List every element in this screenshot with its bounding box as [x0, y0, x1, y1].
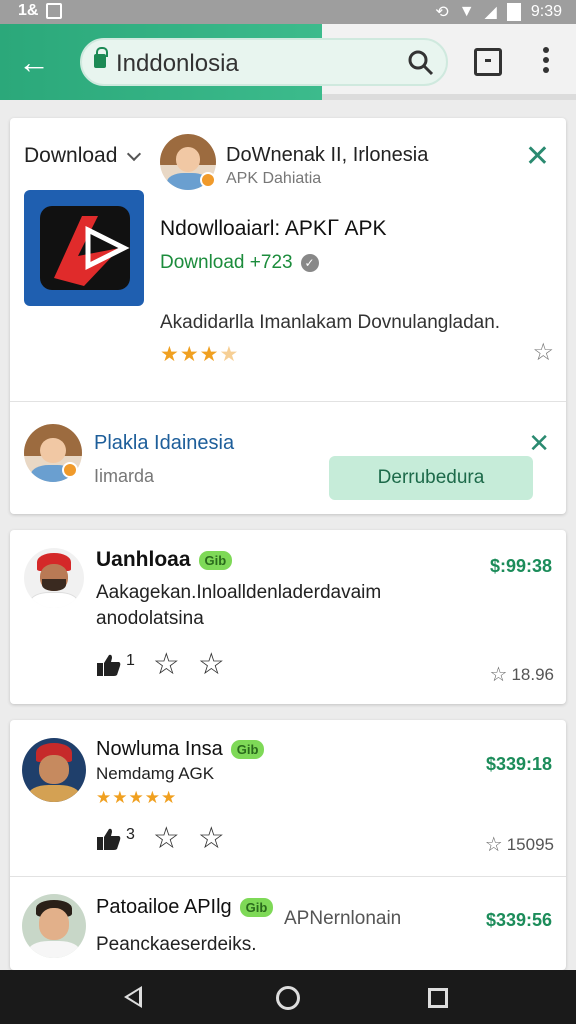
wifi-icon: ▼ [458, 3, 475, 20]
app-meta-text: Download +723 [160, 252, 293, 273]
favorite-star-icon[interactable]: ☆ [532, 338, 554, 367]
clock: 9:39 [530, 3, 562, 20]
review-actions: 3 ☆ ☆ [96, 824, 225, 854]
reviewer-avatar [22, 894, 86, 958]
check-icon: ✓ [300, 254, 319, 272]
app-description: Akadidarlla Imanlakam Dovnulangladan. [160, 312, 501, 333]
reviewer-avatar [24, 548, 84, 608]
nav-recents-icon[interactable] [428, 988, 448, 1008]
url-text[interactable]: Inddonlosia [116, 50, 239, 78]
review-card: Nowlumа Insa Gib Nemdamg AGK ★★★★★ $339:… [10, 720, 566, 970]
download-dropdown[interactable]: Download [24, 144, 142, 168]
review-card: Uanhloaa Gib $:99:38 Aakagekan.Inloallde… [10, 530, 566, 704]
small-star-icon: ☆ [484, 834, 503, 856]
nav-back-icon[interactable] [124, 986, 142, 1008]
browser-toolbar: ← Inddonlosia [0, 24, 576, 100]
reviewer-name[interactable]: Nowlumа Insa Gib [96, 738, 265, 761]
status-bar: 1& ⟲ ▼ ◢ 9:39 [0, 0, 576, 24]
signal-icon: ◢ [484, 4, 497, 21]
star-outline-icon[interactable]: ☆ [153, 650, 180, 680]
reviewer-name-text: Uanhloaa [96, 548, 191, 571]
app-download-count: Download +723 ✓ [160, 252, 319, 274]
lock-icon [94, 47, 108, 68]
promo-action-button[interactable]: Derrubedura [329, 456, 533, 500]
notification-icon [46, 3, 63, 19]
system-nav-bar [0, 970, 576, 1024]
review-price: $339:56 [485, 910, 552, 930]
review-count-text: 18.96 [511, 664, 554, 684]
reviewer-badge: Gib [239, 898, 274, 917]
status-right: ⟲ ▼ ◢ 9:39 [435, 2, 562, 22]
reviewer-subtitle: Nemdamg AGK [96, 764, 215, 783]
reviewer-badge: Gib [230, 740, 265, 759]
small-star-icon: ☆ [489, 664, 508, 686]
star-outline-icon[interactable]: ☆ [198, 650, 225, 680]
card-divider [10, 401, 566, 402]
reviewer-badge: Gib [198, 550, 233, 570]
reviewer-name-text: Patoailoe APIlg [96, 896, 232, 918]
url-bar[interactable]: Inddonlosia [80, 38, 448, 86]
app-icon[interactable] [24, 190, 144, 306]
review-text-line1: Aakagekan.Inloalldenladerdavaim [96, 582, 382, 603]
promo-close-icon[interactable]: ✕ [528, 428, 550, 458]
promo-name[interactable]: Plakla Idainesia [94, 432, 234, 455]
like-count: 1 [126, 652, 135, 669]
like-count: 3 [126, 826, 135, 843]
star-outline-icon[interactable]: ☆ [198, 824, 225, 854]
reviewer-avatar [22, 738, 86, 802]
nav-home-icon[interactable] [276, 986, 300, 1010]
review-text: Peanckaeserdeiks. [96, 934, 257, 955]
app-logo-icon [40, 206, 130, 290]
ad-card: Download DoWnenak II, Irlonesia APK Dahi… [10, 118, 566, 514]
advertiser-name[interactable]: DoWnenak II, Irlonesia [226, 144, 428, 167]
reviewer-name[interactable]: Uanhloaa Gib [96, 548, 233, 572]
reviewer-name-text: Nowlumа Insa [96, 738, 223, 760]
verified-badge-icon [200, 172, 216, 188]
vpn-icon: ⟲ [435, 4, 449, 21]
app-rating-stars: ★★★★ [160, 343, 240, 366]
advertiser-subtitle: APK Dahiatia [226, 170, 322, 187]
promo-badge-icon [62, 462, 78, 478]
status-left: 1& [18, 2, 63, 20]
thumbs-up-icon[interactable] [96, 826, 122, 852]
thumbs-up-icon[interactable] [96, 652, 122, 678]
card-divider [10, 876, 566, 877]
app-title[interactable]: Ndowlloaiarl: APKᒥ APK [160, 216, 386, 241]
chevron-down-icon [127, 146, 142, 161]
status-label: 1& [18, 2, 39, 19]
reviewer-rating-stars: ★★★★★ [96, 788, 178, 807]
close-icon[interactable]: ✕ [525, 142, 550, 172]
review-price: $339:18 [485, 754, 552, 774]
review-count-text: 15095 [506, 834, 554, 854]
promo-subtitle: Iimarda [94, 466, 155, 486]
review-count: ☆ 15095 [485, 832, 554, 857]
dropdown-label: Download [24, 144, 118, 167]
reviewer-name[interactable]: Patoailoe APIlg Gib [96, 896, 274, 919]
battery-icon [506, 3, 521, 21]
tabs-icon[interactable] [474, 48, 502, 76]
back-arrow-icon[interactable]: ← [14, 42, 54, 82]
reviewer-extra: APNernlonain [284, 908, 402, 929]
progress-track [322, 94, 576, 100]
review-text-line2: anodolatsina [96, 608, 204, 629]
review-actions: 1 ☆ ☆ [96, 650, 225, 680]
review-count: ☆ 18.96 [490, 662, 554, 687]
search-icon[interactable] [408, 50, 434, 76]
star-outline-icon[interactable]: ☆ [153, 824, 180, 854]
overflow-menu-icon[interactable] [534, 44, 558, 80]
review-price: $:99:38 [489, 556, 552, 576]
